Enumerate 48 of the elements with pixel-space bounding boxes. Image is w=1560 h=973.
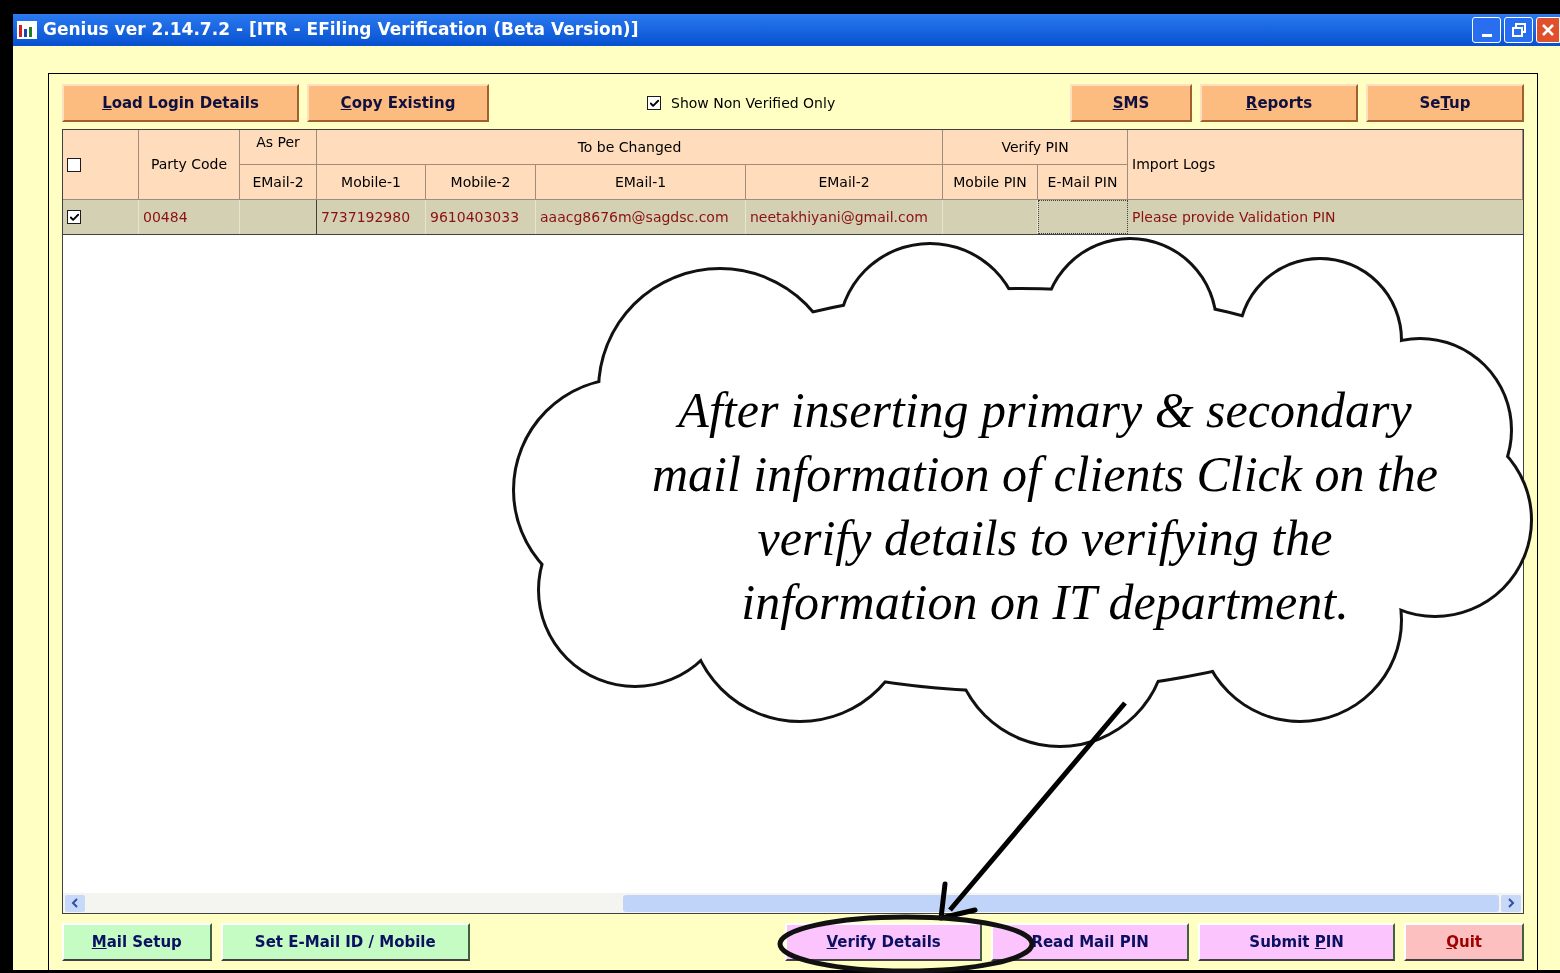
header-cell: Mobile-2 (426, 165, 536, 200)
action-button[interactable]: Quit (1404, 923, 1524, 961)
checkbox[interactable] (67, 157, 81, 172)
action-button[interactable]: Verify Details (784, 923, 983, 961)
toolbar-button[interactable]: SMS (1070, 84, 1192, 122)
horizontal-scrollbar[interactable] (63, 893, 1523, 913)
header-cell: Import Logs (1128, 130, 1523, 200)
callout-text: After inserting primary & secondary mail information of clients Click on the verify details to verifying the information on IT department. (650, 381, 1439, 632)
focused-cell[interactable] (1038, 200, 1128, 234)
minimize-button[interactable] (1472, 17, 1501, 43)
chevron-right-icon (1507, 898, 1515, 908)
action-button[interactable]: Submit PIN (1197, 923, 1396, 961)
table-cell: 7737192980 (317, 200, 426, 234)
toolbar-button[interactable]: Copy Existing (307, 84, 489, 122)
scrollbar-thumb[interactable] (623, 894, 1499, 912)
close-icon (1541, 23, 1555, 37)
table-cell: neetakhiyani@gmail.com (746, 200, 943, 234)
checkbox-label: Show Non Verified Only (671, 93, 836, 113)
table-cell: 9610403033 (426, 200, 536, 234)
action-button[interactable]: Set E-Mail ID / Mobile (220, 923, 470, 961)
header-cell: Mobile-1 (317, 165, 426, 200)
header-cell: As Per (240, 130, 317, 165)
scroll-left-button[interactable] (65, 894, 85, 912)
header-cell: EMail-1 (536, 165, 746, 200)
header-cell: Mobile PIN (943, 165, 1038, 200)
action-button[interactable]: Mail Setup (62, 923, 212, 961)
header-cell: Party Code (139, 130, 240, 200)
header-cell: EMail-2 (746, 165, 943, 200)
close-button[interactable] (1536, 17, 1560, 43)
header-cell: EMail-2 (240, 165, 317, 200)
table-cell: aaacg8676m@sagdsc.com (536, 200, 746, 234)
restore-icon (1511, 23, 1526, 37)
table-cell: 00484 (139, 200, 240, 234)
toolbar-button[interactable]: Reports (1200, 84, 1358, 122)
scroll-right-button[interactable] (1501, 894, 1521, 912)
restore-button[interactable] (1504, 17, 1533, 43)
window-title: Genius ver 2.14.7.2 - [ITR - EFiling Verification (Beta Version)] (43, 18, 639, 42)
chevron-left-icon (71, 898, 79, 908)
action-button[interactable]: Read Mail PIN (991, 923, 1189, 961)
toolbar-button[interactable]: Load Login Details (62, 84, 299, 122)
app-icon (17, 21, 37, 39)
toolbar-button[interactable]: SeTup (1366, 84, 1524, 122)
checkbox[interactable] (67, 210, 81, 224)
header-cell: E-Mail PIN (1038, 165, 1128, 200)
checkbox[interactable] (647, 96, 661, 110)
table-cell-text: Please provide Validation PIN (1131, 207, 1337, 227)
header-cell: To be Changed (317, 130, 943, 165)
header-cell: Verify PIN (943, 130, 1128, 165)
